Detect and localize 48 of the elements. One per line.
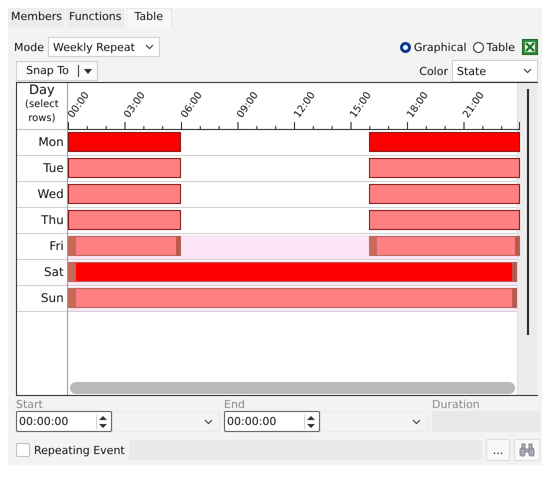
column-subheader: (select rows) [24, 98, 60, 126]
day-label[interactable]: Thu [17, 208, 67, 234]
snap-to-button[interactable]: Snap To [16, 61, 98, 81]
radio-label: Graphical [414, 40, 467, 54]
radio-button[interactable] [472, 42, 484, 52]
schedule-bar[interactable] [369, 210, 520, 230]
schedule-bar[interactable] [68, 158, 181, 178]
checkbox[interactable] [16, 443, 30, 457]
checkbox-label: Repeating Event [34, 444, 125, 456]
more-button[interactable]: ... [486, 439, 510, 461]
spin-icon[interactable] [304, 414, 315, 428]
chevron-icon[interactable] [204, 418, 213, 424]
schedule-bar[interactable] [68, 132, 181, 152]
horizontal-scrollbar[interactable] [70, 382, 516, 394]
chevron-icon[interactable] [144, 44, 154, 50]
schedule-bar[interactable] [68, 210, 181, 230]
end-label: End [224, 398, 246, 411]
day-label[interactable]: Sat [17, 260, 67, 286]
start-time-field[interactable]: 00:00:00 [16, 411, 112, 432]
mode-label: Mode [14, 40, 44, 54]
schedule-bar[interactable] [369, 158, 520, 178]
tab[interactable]: Functions [66, 8, 126, 28]
tab[interactable]: Members [8, 8, 66, 28]
spin-icon[interactable] [96, 414, 107, 428]
day-label[interactable]: Sun [17, 286, 67, 312]
spreadsheet-icon[interactable] [522, 39, 538, 55]
color-dropdown[interactable]: State [452, 60, 538, 82]
radio-label: Table [486, 40, 515, 54]
schedule-bar[interactable] [369, 184, 520, 204]
mode-dropdown[interactable]: Weekly Repeat [48, 37, 160, 57]
radio-button[interactable] [400, 42, 411, 52]
start-date-dropdown[interactable] [112, 411, 220, 432]
chevron-icon[interactable] [412, 418, 421, 424]
day-label[interactable]: Tue [17, 156, 67, 182]
day-label[interactable]: Fri [17, 234, 67, 260]
color-label: Color [419, 64, 448, 78]
column-header: Day [28, 83, 56, 98]
start-label: Start [16, 398, 44, 411]
chevron-icon[interactable] [523, 68, 532, 74]
schedule-bar[interactable] [68, 184, 181, 204]
vertical-scrollbar[interactable] [517, 83, 538, 395]
tab[interactable]: Table [126, 8, 172, 28]
end-time-field[interactable]: 00:00:00 [224, 411, 320, 432]
duration-label: Duration [432, 398, 481, 411]
day-label[interactable]: Mon [17, 130, 67, 156]
binoculars-icon[interactable] [514, 439, 540, 461]
day-label[interactable]: Wed [17, 182, 67, 208]
schedule-bar[interactable] [369, 132, 520, 152]
